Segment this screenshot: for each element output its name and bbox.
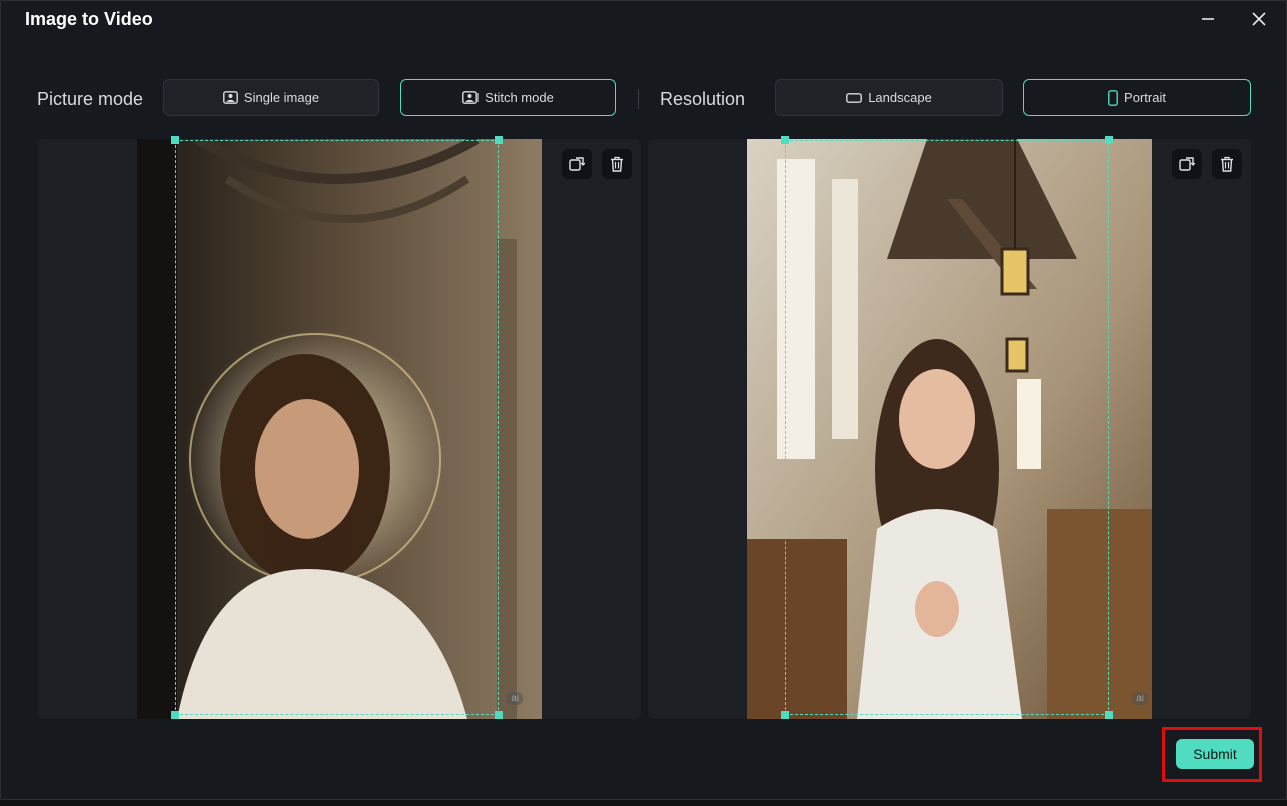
ai-badge: ai — [1132, 692, 1148, 705]
window-title: Image to Video — [25, 9, 153, 29]
single-image-label: Single image — [243, 90, 320, 105]
crop-handle[interactable] — [781, 711, 789, 719]
replace-image-button[interactable] — [1172, 149, 1202, 179]
image-panel-2: ai — [648, 136, 1251, 719]
crop-handle[interactable] — [1105, 136, 1113, 144]
close-icon — [1252, 12, 1266, 26]
crop-handle[interactable] — [1105, 711, 1113, 719]
close-button[interactable] — [1244, 5, 1274, 33]
image-to-video-window: Image to Video Picture mode Single image… — [0, 0, 1287, 800]
stitch-icon — [462, 91, 479, 104]
replace-icon — [569, 157, 585, 171]
trash-icon — [1221, 156, 1233, 172]
portrait-button[interactable]: Portrait — [1023, 79, 1251, 116]
delete-image-button[interactable] — [602, 149, 632, 179]
submit-button[interactable]: Submit — [1176, 739, 1254, 769]
delete-image-button[interactable] — [1212, 149, 1242, 179]
image-panel-1: ai — [38, 136, 641, 719]
stitch-mode-button[interactable]: Stitch mode — [400, 79, 616, 116]
landscape-icon — [846, 92, 863, 103]
crop-handle[interactable] — [495, 136, 503, 144]
image-icon — [223, 91, 238, 104]
toolbar-divider — [638, 89, 639, 109]
picture-mode-label: Picture mode — [37, 89, 144, 109]
crop-handle[interactable] — [171, 136, 179, 144]
landscape-label: Landscape — [868, 90, 932, 105]
trash-icon — [611, 156, 623, 172]
crop-handle[interactable] — [781, 136, 789, 144]
minimize-button[interactable] — [1193, 5, 1223, 33]
single-image-button[interactable]: Single image — [163, 79, 379, 116]
resolution-label: Resolution — [660, 89, 746, 109]
replace-image-button[interactable] — [562, 149, 592, 179]
replace-icon — [1179, 157, 1195, 171]
portrait-icon — [1108, 89, 1118, 106]
portrait-label: Portrait — [1124, 90, 1166, 105]
ai-badge: ai — [507, 692, 523, 705]
stitch-mode-label: Stitch mode — [485, 90, 554, 105]
crop-frame-2[interactable] — [781, 136, 1113, 719]
title-bar: Image to Video — [1, 1, 1286, 37]
minimize-icon — [1202, 18, 1214, 20]
crop-handle[interactable] — [495, 711, 503, 719]
crop-handle[interactable] — [171, 711, 179, 719]
landscape-button[interactable]: Landscape — [775, 79, 1003, 116]
crop-frame-1[interactable] — [171, 136, 503, 719]
